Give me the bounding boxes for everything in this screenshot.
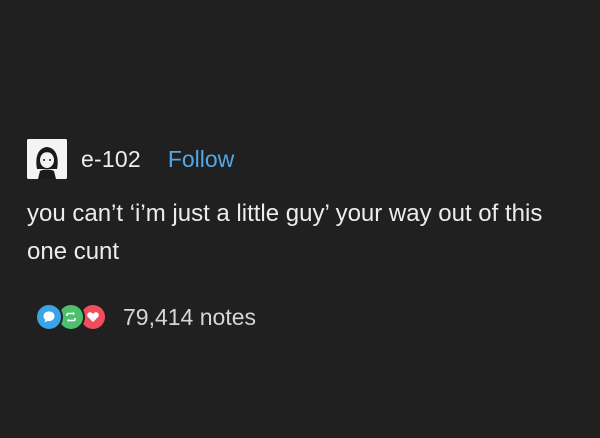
- avatar[interactable]: [27, 139, 67, 179]
- follow-button[interactable]: Follow: [168, 146, 234, 173]
- post-card: e-102 Follow you can’t ‘i’m just a littl…: [0, 0, 600, 438]
- post-header: e-102 Follow: [27, 138, 234, 180]
- speech-bubble-icon: [35, 303, 63, 331]
- notes-count[interactable]: 79,414 notes: [123, 304, 256, 331]
- post-footer: 79,414 notes: [35, 302, 256, 332]
- note-icons[interactable]: [35, 303, 107, 331]
- post-body: you can’t ‘i’m just a little guy’ your w…: [27, 200, 543, 265]
- username-link[interactable]: e-102: [81, 146, 141, 173]
